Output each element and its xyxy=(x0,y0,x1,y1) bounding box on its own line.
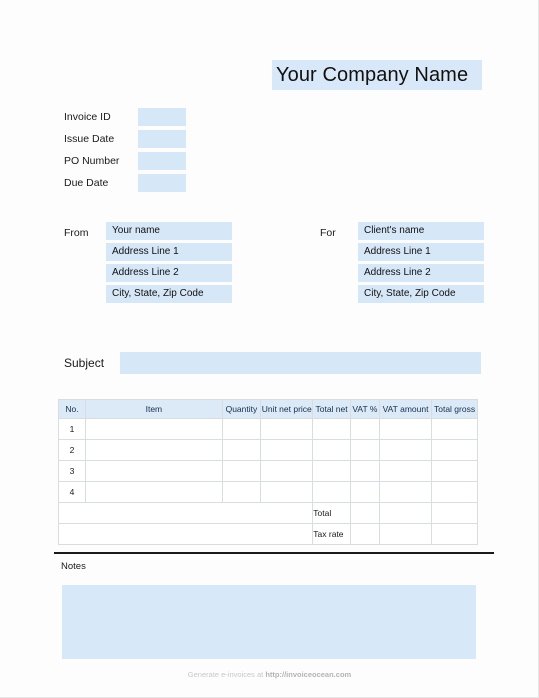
vat-amount-cell[interactable] xyxy=(378,481,433,503)
subject-input[interactable] xyxy=(120,352,481,374)
vat-amount-cell[interactable] xyxy=(378,439,433,461)
vat-percent-cell[interactable] xyxy=(349,418,380,440)
quantity-cell[interactable] xyxy=(221,439,262,461)
totals-row-tax-rate: Tax rate xyxy=(57,523,478,545)
totals-row-total: Total xyxy=(57,502,478,524)
meta-row-issue-date: Issue Date xyxy=(64,128,186,150)
total-vat-percent-cell[interactable] xyxy=(349,502,380,524)
total-gross-cell[interactable] xyxy=(431,418,478,440)
notes-input[interactable] xyxy=(62,585,476,659)
client-address-line-2-input[interactable]: Address Line 2 xyxy=(358,264,484,282)
items-table: No. Item Quantity Unit net price Total n… xyxy=(57,399,478,545)
notes-divider xyxy=(54,552,494,554)
issue-date-label: Issue Date xyxy=(64,133,115,145)
vat-amount-cell[interactable] xyxy=(378,418,433,440)
quantity-cell[interactable] xyxy=(221,418,262,440)
items-table-body: 1 2 3 4 Total Tax rate xyxy=(57,418,478,545)
column-header-vat-amount: VAT amount xyxy=(378,399,433,419)
tax-rate-label: Tax rate xyxy=(312,523,351,545)
total-vat-amount-cell[interactable] xyxy=(378,502,433,524)
items-table-header-row: No. Item Quantity Unit net price Total n… xyxy=(57,399,478,419)
total-gross-cell[interactable] xyxy=(431,460,478,482)
from-label: From xyxy=(64,227,89,239)
invoice-id-input[interactable] xyxy=(138,108,186,126)
total-net-cell[interactable] xyxy=(312,439,351,461)
column-header-unit-net-price: Unit net price xyxy=(260,399,314,419)
meta-row-invoice-id: Invoice ID xyxy=(64,106,186,128)
row-number-cell: 3 xyxy=(57,460,87,482)
row-number-cell: 1 xyxy=(57,418,87,440)
table-row: 2 xyxy=(57,439,478,461)
column-header-item: Item xyxy=(85,399,223,419)
tax-rate-vat-percent-cell[interactable] xyxy=(349,523,380,545)
quantity-cell[interactable] xyxy=(221,481,262,503)
column-header-no: No. xyxy=(57,399,87,419)
company-name-text: Your Company Name xyxy=(276,63,469,86)
tax-rate-total-gross-cell[interactable] xyxy=(431,523,478,545)
po-number-input[interactable] xyxy=(138,152,186,170)
total-net-cell[interactable] xyxy=(312,460,351,482)
total-net-cell[interactable] xyxy=(312,418,351,440)
unit-net-price-cell[interactable] xyxy=(260,439,314,461)
column-header-total-net: Total net xyxy=(312,399,351,419)
item-cell[interactable] xyxy=(85,460,223,482)
invoice-id-label: Invoice ID xyxy=(64,111,111,123)
tax-rate-vat-amount-cell[interactable] xyxy=(378,523,433,545)
totals-spacer xyxy=(57,502,314,524)
due-date-input[interactable] xyxy=(138,174,186,192)
total-gross-total-cell[interactable] xyxy=(431,502,478,524)
row-number-cell: 2 xyxy=(57,439,87,461)
unit-net-price-cell[interactable] xyxy=(260,481,314,503)
from-address-line-2-input[interactable]: Address Line 2 xyxy=(106,264,232,282)
client-name-input[interactable]: Client's name xyxy=(358,222,484,240)
from-name-input[interactable]: Your name xyxy=(106,222,232,240)
item-cell[interactable] xyxy=(85,439,223,461)
meta-row-po-number: PO Number xyxy=(64,150,186,172)
footer: Generate e-invoices at http://invoiceoce… xyxy=(0,670,538,679)
invoice-meta-block: Invoice ID Issue Date PO Number Due Date xyxy=(64,106,186,194)
po-number-label: PO Number xyxy=(64,155,120,167)
company-name-field[interactable]: Your Company Name xyxy=(272,60,482,90)
client-city-state-zip-input[interactable]: City, State, Zip Code xyxy=(358,285,484,303)
from-party-block: From Your name Address Line 1 Address Li… xyxy=(64,222,232,306)
from-city-state-zip-input[interactable]: City, State, Zip Code xyxy=(106,285,232,303)
vat-percent-cell[interactable] xyxy=(349,460,380,482)
column-header-vat-percent: VAT % xyxy=(349,399,380,419)
totals-spacer xyxy=(57,523,314,545)
from-address-line-1-input[interactable]: Address Line 1 xyxy=(106,243,232,261)
subject-row: Subject xyxy=(64,352,481,374)
unit-net-price-cell[interactable] xyxy=(260,418,314,440)
item-cell[interactable] xyxy=(85,418,223,440)
total-net-cell[interactable] xyxy=(312,481,351,503)
subject-label: Subject xyxy=(64,356,105,370)
for-fields: Client's name Address Line 1 Address Lin… xyxy=(358,222,484,303)
quantity-cell[interactable] xyxy=(221,460,262,482)
meta-row-due-date: Due Date xyxy=(64,172,186,194)
vat-amount-cell[interactable] xyxy=(378,460,433,482)
items-table-head: No. Item Quantity Unit net price Total n… xyxy=(57,399,478,419)
table-row: 1 xyxy=(57,418,478,440)
column-header-quantity: Quantity xyxy=(221,399,262,419)
notes-label: Notes xyxy=(61,561,86,572)
for-label: For xyxy=(320,227,336,239)
issue-date-input[interactable] xyxy=(138,130,186,148)
from-fields: Your name Address Line 1 Address Line 2 … xyxy=(106,222,232,303)
total-gross-cell[interactable] xyxy=(431,439,478,461)
for-party-block: For Client's name Address Line 1 Address… xyxy=(320,222,484,306)
footer-url-link[interactable]: http://invoiceocean.com xyxy=(265,670,351,679)
total-gross-cell[interactable] xyxy=(431,481,478,503)
table-row: 4 xyxy=(57,481,478,503)
vat-percent-cell[interactable] xyxy=(349,439,380,461)
client-address-line-1-input[interactable]: Address Line 1 xyxy=(358,243,484,261)
vat-percent-cell[interactable] xyxy=(349,481,380,503)
column-header-total-gross: Total gross xyxy=(431,399,478,419)
row-number-cell: 4 xyxy=(57,481,87,503)
due-date-label: Due Date xyxy=(64,177,109,189)
invoice-page: Your Company Name Invoice ID Issue Date … xyxy=(0,0,539,698)
unit-net-price-cell[interactable] xyxy=(260,460,314,482)
table-row: 3 xyxy=(57,460,478,482)
total-label: Total xyxy=(312,502,351,524)
item-cell[interactable] xyxy=(85,481,223,503)
footer-text: Generate e-invoices at xyxy=(187,670,266,679)
